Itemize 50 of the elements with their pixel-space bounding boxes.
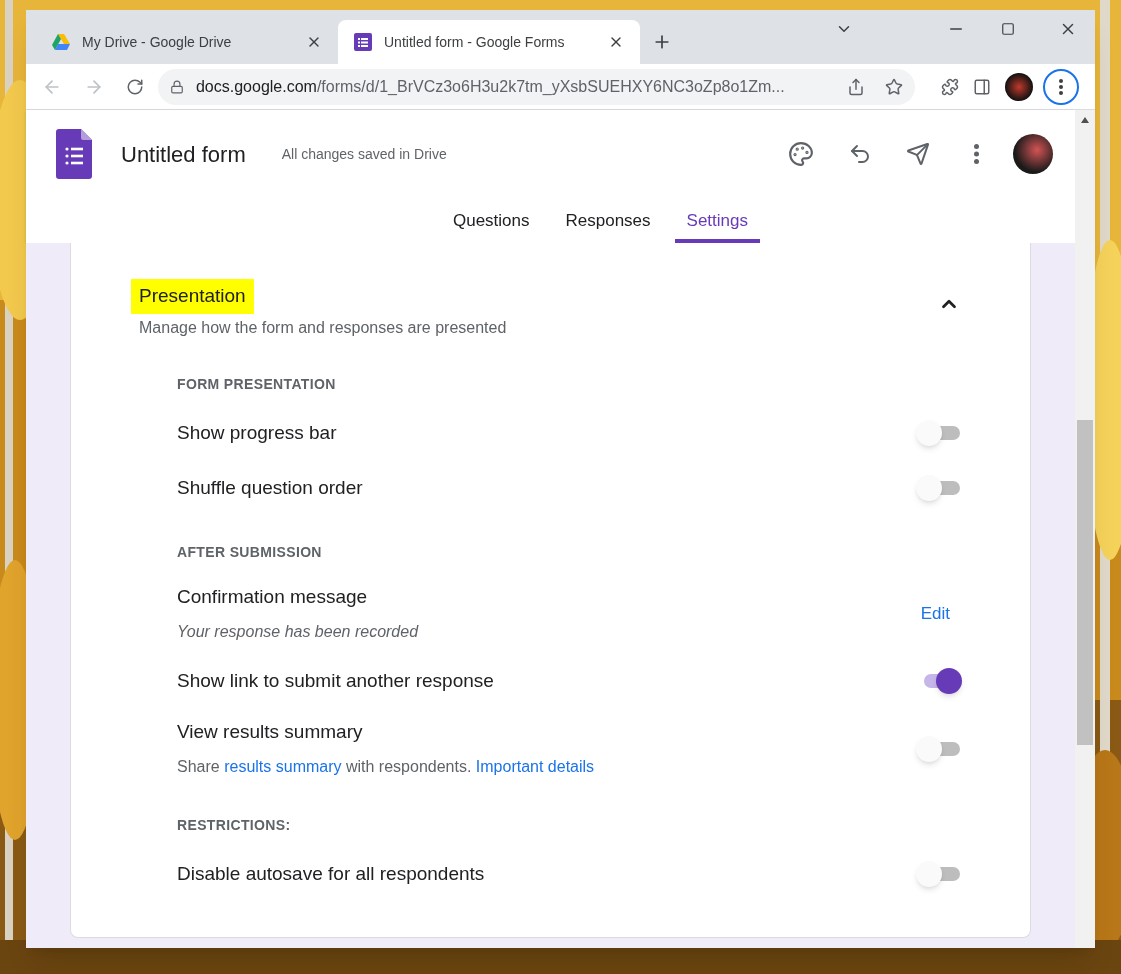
reload-icon[interactable]: [125, 77, 144, 96]
undo-icon[interactable]: [848, 142, 872, 166]
toggle-switch[interactable]: [916, 861, 962, 887]
menu-button[interactable]: [1043, 68, 1080, 105]
share-icon[interactable]: [847, 77, 866, 96]
setting-label: View results summary: [177, 720, 364, 745]
save-status: All changes saved in Drive: [281, 144, 447, 164]
scrollbar-thumb[interactable]: [1077, 420, 1093, 745]
toggle-switch[interactable]: [916, 420, 962, 446]
setting-label: Confirmation message: [177, 585, 369, 610]
form-title[interactable]: Untitled form: [121, 137, 246, 171]
section-subtitle: Manage how the form and responses are presented: [139, 317, 507, 338]
lock-icon: [169, 79, 184, 94]
browser-tab[interactable]: My Drive - Google Drive: [36, 20, 338, 64]
group-heading: AFTER SUBMISSION: [177, 542, 323, 562]
maximize-icon[interactable]: [1001, 22, 1015, 36]
send-icon[interactable]: [906, 142, 930, 166]
drive-icon: [52, 34, 70, 50]
link[interactable]: Important details: [471, 757, 595, 775]
group-heading: RESTRICTIONS:: [177, 815, 292, 835]
forms-logo-icon: [56, 129, 92, 179]
setting-label: Shuffle question order: [177, 475, 363, 500]
browser-tab[interactable]: Untitled form - Google Forms: [338, 20, 640, 64]
form-tab[interactable]: Questions: [440, 198, 542, 243]
setting-description: Your response has been recorded: [177, 621, 419, 642]
setting-label: Show link to submit another response: [177, 668, 494, 693]
edit-button[interactable]: Edit: [916, 600, 954, 627]
setting-label: Disable autosave for all respondents: [177, 861, 485, 886]
menu-icon: [1059, 78, 1064, 95]
toggle-switch[interactable]: [916, 735, 962, 762]
section-title: Presentation: [131, 279, 254, 314]
extensions-icon[interactable]: [941, 77, 960, 96]
group-heading: FORM PRESENTATION: [177, 374, 337, 394]
tab-title: My Drive - Google Drive: [82, 32, 233, 52]
tab-title: Untitled form - Google Forms: [384, 32, 566, 52]
palette-icon[interactable]: [788, 141, 814, 167]
form-tab[interactable]: Responses: [553, 198, 663, 243]
profile-avatar[interactable]: [1005, 72, 1034, 101]
user-avatar[interactable]: [1013, 134, 1053, 174]
address-bar[interactable]: docs.google.com/forms/d/1_BrVCz3o6H3u2k7tm_yXsbSUEHXY6NC3oZp8o1Zm...: [157, 68, 916, 105]
setting-label: Show progress bar: [177, 420, 337, 445]
scroll-up-icon[interactable]: [1080, 116, 1090, 124]
link[interactable]: results summary: [219, 757, 342, 775]
toggle-switch[interactable]: [916, 475, 962, 501]
url-text: docs.google.com/forms/d/1_BrVCz3o6H3u2k7tm_yXsbSUEHXY6NC3oZp8o1Zm...: [195, 76, 786, 97]
more-icon[interactable]: [974, 144, 979, 164]
side-panel-icon[interactable]: [973, 77, 992, 96]
forms-icon: [354, 33, 372, 51]
star-icon[interactable]: [885, 77, 904, 96]
setting-description: Share results summary with respondents. Important details: [177, 756, 595, 777]
